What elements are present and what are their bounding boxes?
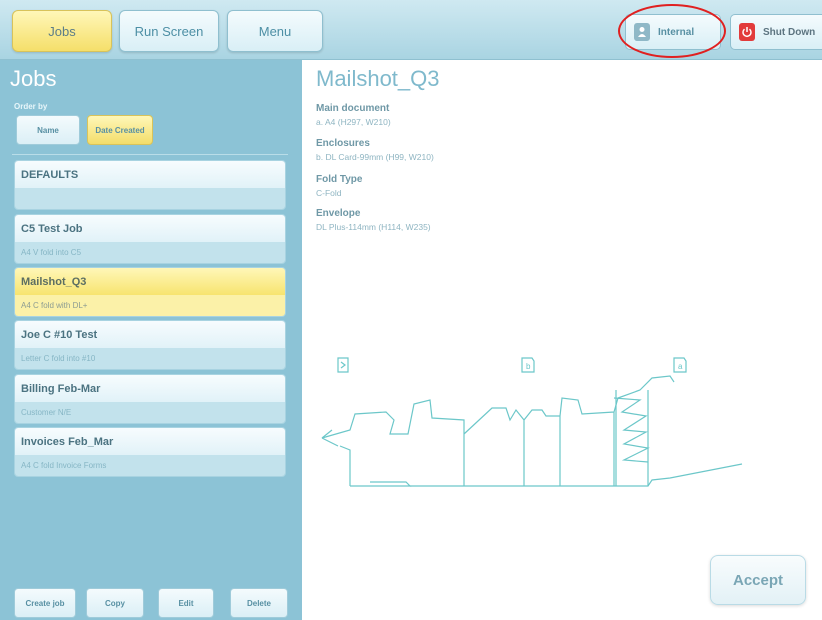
job-desc: Customer N/E bbox=[15, 402, 285, 423]
job-name: C5 Test Job bbox=[15, 215, 285, 242]
divider bbox=[12, 154, 288, 155]
job-item-joe-c10-test[interactable]: Joe C #10 Test Letter C fold into #10 bbox=[14, 320, 286, 370]
enclosures-heading: Enclosures bbox=[316, 138, 370, 149]
tab-menu[interactable]: Menu bbox=[227, 10, 323, 52]
main-document-heading: Main document bbox=[316, 103, 390, 114]
job-name: Mailshot_Q3 bbox=[15, 268, 285, 295]
diagram-label-b: b bbox=[526, 362, 531, 371]
page-title: Mailshot_Q3 bbox=[316, 66, 440, 91]
machine-diagram: b a bbox=[310, 350, 750, 500]
accept-button[interactable]: Accept bbox=[710, 555, 806, 605]
main-document-value: a. A4 (H297, W210) bbox=[316, 117, 391, 127]
fold-type-value: C-Fold bbox=[316, 188, 342, 198]
job-item-invoices-feb-mar[interactable]: Invoices Feb_Mar A4 C fold Invoice Forms bbox=[14, 427, 286, 477]
power-icon bbox=[739, 23, 755, 41]
tab-run-screen[interactable]: Run Screen bbox=[119, 10, 219, 52]
job-desc bbox=[15, 188, 285, 209]
sort-date-created-button[interactable]: Date Created bbox=[87, 115, 153, 145]
enclosures-value: b. DL Card-99mm (H99, W210) bbox=[316, 152, 434, 162]
tab-jobs[interactable]: Jobs bbox=[12, 10, 112, 52]
shut-down-label: Shut Down bbox=[763, 26, 816, 38]
shut-down-button[interactable]: Shut Down bbox=[730, 14, 822, 50]
order-by-label: Order by bbox=[14, 102, 48, 111]
job-item-mailshot-q3[interactable]: Mailshot_Q3 A4 C fold with DL+ bbox=[14, 267, 286, 317]
jobs-sidebar: Jobs Order by Name Date Created DEFAULTS… bbox=[0, 60, 302, 620]
job-item-c5-test-job[interactable]: C5 Test Job A4 V fold into C5 bbox=[14, 214, 286, 264]
sidebar-title: Jobs bbox=[10, 66, 57, 91]
copy-button[interactable]: Copy bbox=[86, 588, 144, 618]
highlight-circle bbox=[618, 4, 726, 58]
job-name: DEFAULTS bbox=[15, 161, 285, 188]
diagram-label-a: a bbox=[678, 362, 683, 371]
job-desc: A4 C fold Invoice Forms bbox=[15, 455, 285, 476]
job-name: Invoices Feb_Mar bbox=[15, 428, 285, 455]
job-item-defaults[interactable]: DEFAULTS bbox=[14, 160, 286, 210]
delete-button[interactable]: Delete bbox=[230, 588, 288, 618]
edit-button[interactable]: Edit bbox=[158, 588, 214, 618]
job-desc: A4 V fold into C5 bbox=[15, 242, 285, 263]
job-item-billing-feb-mar[interactable]: Billing Feb-Mar Customer N/E bbox=[14, 374, 286, 424]
document-icon bbox=[337, 357, 349, 373]
create-job-button[interactable]: Create job bbox=[14, 588, 76, 618]
job-name: Billing Feb-Mar bbox=[15, 375, 285, 402]
envelope-heading: Envelope bbox=[316, 208, 361, 219]
fold-type-heading: Fold Type bbox=[316, 174, 363, 185]
job-name: Joe C #10 Test bbox=[15, 321, 285, 348]
job-desc: A4 C fold with DL+ bbox=[15, 295, 285, 316]
envelope-value: DL Plus-114mm (H114, W235) bbox=[316, 222, 431, 232]
job-desc: Letter C fold into #10 bbox=[15, 348, 285, 369]
sort-name-button[interactable]: Name bbox=[16, 115, 80, 145]
